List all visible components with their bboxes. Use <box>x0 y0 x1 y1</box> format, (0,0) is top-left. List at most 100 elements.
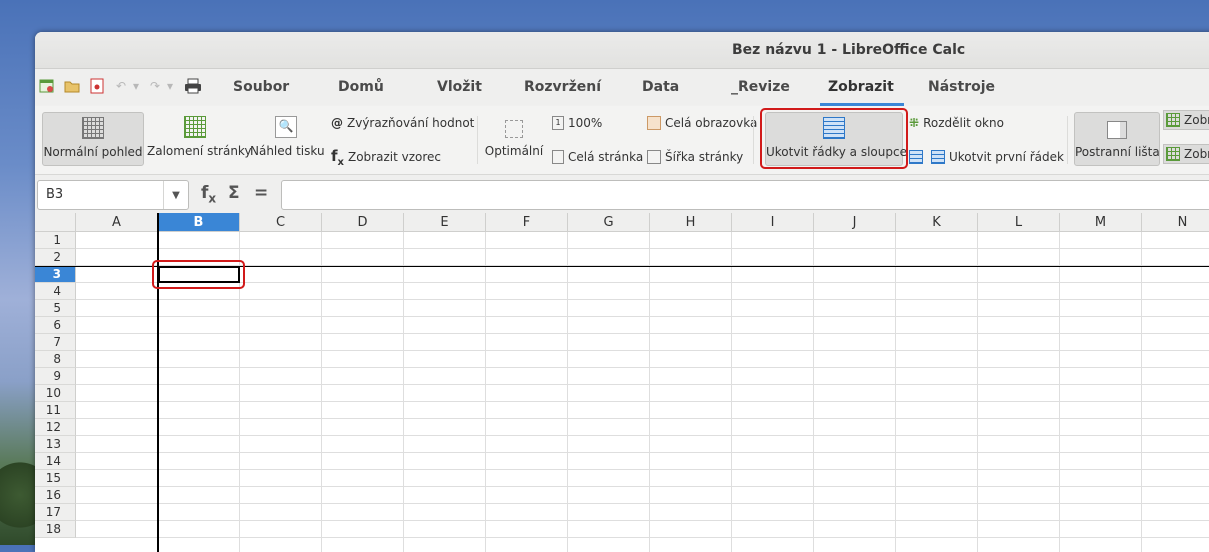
column-header-k[interactable]: K <box>896 213 978 232</box>
row-header-9[interactable]: 9 <box>35 368 76 385</box>
row-header-1[interactable]: 1 <box>35 232 76 249</box>
save-icon[interactable] <box>89 77 105 95</box>
menu-soubor[interactable]: Soubor <box>233 79 289 95</box>
column-header-f[interactable]: F <box>486 213 568 232</box>
row-header-18[interactable]: 18 <box>35 521 76 538</box>
grid-row-line <box>76 537 1209 538</box>
column-header-m[interactable]: M <box>1060 213 1142 232</box>
title-bar: Bez názvu 1 - LibreOffice Calc <box>35 32 1209 69</box>
print-icon[interactable] <box>183 77 203 95</box>
menu-rozvrzeni[interactable]: Rozvržení <box>524 79 601 95</box>
grid-green-icon <box>1166 113 1180 127</box>
column-header-b[interactable]: B <box>158 213 240 232</box>
menu-vlozit[interactable]: Vložit <box>437 79 482 95</box>
show-toolbar-top-button[interactable]: Zobr <box>1163 110 1209 130</box>
grid-row-line <box>76 282 1209 283</box>
freeze-first-row-button[interactable]: Ukotvit první řádek <box>931 148 1064 166</box>
zoom-100-button[interactable]: 1 100% <box>552 114 602 132</box>
split-window-button[interactable]: ⁜ Rozdělit okno <box>909 114 1004 132</box>
column-header-j[interactable]: J <box>814 213 896 232</box>
undo-dropdown-icon[interactable]: ▾ <box>131 77 141 95</box>
normal-view-label: Normální pohled <box>43 145 143 159</box>
row-header-6[interactable]: 6 <box>35 317 76 334</box>
column-header-a[interactable]: A <box>76 213 158 232</box>
equals-icon[interactable]: = <box>254 183 268 203</box>
print-preview-button[interactable]: 🔍 Náhled tisku <box>250 112 325 164</box>
grid-green-icon <box>1166 147 1180 161</box>
sidebar-button[interactable]: Postranní lišta <box>1074 112 1160 166</box>
formula-bar: B3 ▼ fx fx Σ = <box>35 175 1209 214</box>
normal-view-button[interactable]: Normální pohled <box>42 112 144 166</box>
row-header-3[interactable]: 3 <box>35 266 76 283</box>
column-header-c[interactable]: C <box>240 213 322 232</box>
column-header-l[interactable]: L <box>978 213 1060 232</box>
normal-view-icon <box>82 117 104 139</box>
row-header-16[interactable]: 16 <box>35 487 76 504</box>
sum-icon[interactable]: Σ <box>228 183 240 203</box>
show-formula-label: Zobrazit vzorec <box>347 150 441 164</box>
page-width-button[interactable]: Šířka stránky <box>647 148 743 166</box>
row-header-4[interactable]: 4 <box>35 283 76 300</box>
menu-domu[interactable]: Domů <box>338 79 384 95</box>
menu-bar: ↶ ▾ ↷ ▾ Soubor Domů Vložit Rozvržení Dat… <box>35 69 1209 106</box>
page-break-label: Zalomení stránky <box>147 144 252 158</box>
split-window-label: Rozdělit okno <box>923 116 1004 130</box>
redo-dropdown-icon[interactable]: ▾ <box>165 77 175 95</box>
desktop-foliage <box>0 455 40 545</box>
corner-select-all[interactable] <box>35 213 76 232</box>
name-box[interactable]: B3 ▼ <box>37 180 189 210</box>
row-header-13[interactable]: 13 <box>35 436 76 453</box>
formula-input[interactable] <box>281 180 1209 210</box>
row-header-17[interactable]: 17 <box>35 504 76 521</box>
show-toolbar-bottom-button[interactable]: Zobr <box>1163 144 1209 164</box>
whole-page-icon <box>552 150 564 164</box>
column-header-h[interactable]: H <box>650 213 732 232</box>
undo-icon[interactable]: ↶ <box>113 77 129 95</box>
row-header-10[interactable]: 10 <box>35 385 76 402</box>
grid-column-line <box>567 232 568 552</box>
full-screen-button[interactable]: Celá obrazovka <box>647 114 757 132</box>
row-header-5[interactable]: 5 <box>35 300 76 317</box>
ribbon-separator <box>1067 116 1068 164</box>
row-header-2[interactable]: 2 <box>35 249 76 266</box>
grid-column-line <box>977 232 978 552</box>
spreadsheet-grid[interactable]: A B C D E F G H I J K L M N 1 2 3 4 5 6 7 8 9 10 11 12 13 14 15 16 17 1… <box>35 213 1209 552</box>
active-cell-highlight <box>152 260 245 289</box>
menu-revize[interactable]: _Revize <box>731 79 790 95</box>
row-header-14[interactable]: 14 <box>35 453 76 470</box>
function-wizard-icon[interactable]: fx <box>201 183 216 205</box>
new-document-icon[interactable] <box>38 77 56 95</box>
row-header-15[interactable]: 15 <box>35 470 76 487</box>
grid-row-line <box>76 316 1209 317</box>
grid-row-line <box>76 299 1209 300</box>
optimal-zoom-button[interactable]: Optimální <box>484 112 544 164</box>
grid-row-line <box>76 520 1209 521</box>
grid-row-line <box>76 418 1209 419</box>
show-toolbar-top-label: Zobr <box>1184 113 1209 127</box>
page-break-icon <box>184 116 206 138</box>
row-header-8[interactable]: 8 <box>35 351 76 368</box>
row-header-11[interactable]: 11 <box>35 402 76 419</box>
open-folder-icon[interactable] <box>63 77 81 95</box>
chevron-down-icon[interactable]: ▼ <box>163 181 188 209</box>
value-highlighting-button[interactable]: @ Zvýrazňování hodnot <box>331 114 474 132</box>
column-header-n[interactable]: N <box>1142 213 1209 232</box>
show-formula-button[interactable]: fx Zobrazit vzorec <box>331 147 441 168</box>
whole-page-button[interactable]: Celá stránka <box>552 148 643 166</box>
row-header-12[interactable]: 12 <box>35 419 76 436</box>
full-screen-icon <box>647 116 661 130</box>
row-header-7[interactable]: 7 <box>35 334 76 351</box>
menu-data[interactable]: Data <box>642 79 679 95</box>
column-header-e[interactable]: E <box>404 213 486 232</box>
at-sign-icon: @ <box>331 116 343 130</box>
column-header-d[interactable]: D <box>322 213 404 232</box>
grid-column-line <box>485 232 486 552</box>
freeze-first-column-button[interactable] <box>909 148 923 166</box>
column-header-i[interactable]: I <box>732 213 814 232</box>
menu-nastroje[interactable]: Nástroje <box>928 79 995 95</box>
redo-icon[interactable]: ↷ <box>147 77 163 95</box>
menu-zobrazit[interactable]: Zobrazit <box>820 79 904 106</box>
grid-row-line <box>76 435 1209 436</box>
column-header-g[interactable]: G <box>568 213 650 232</box>
page-break-button[interactable]: Zalomení stránky <box>147 112 252 164</box>
